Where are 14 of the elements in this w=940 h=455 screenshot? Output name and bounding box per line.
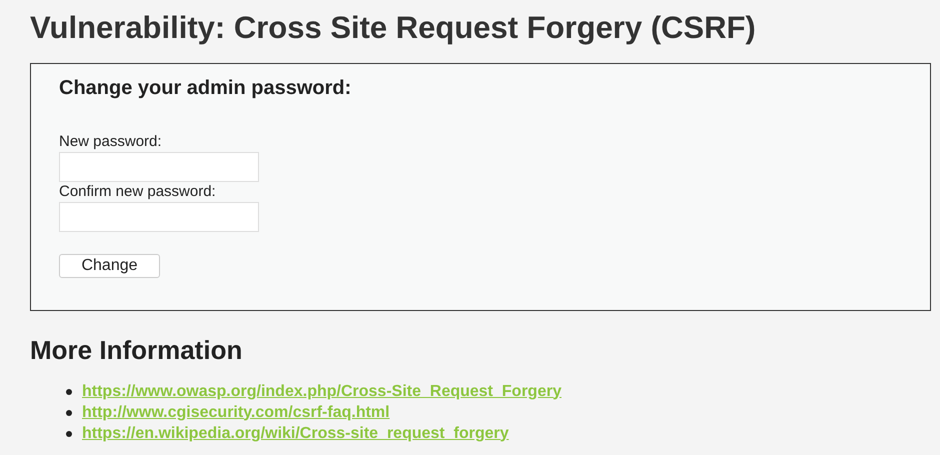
link[interactable]: http://www.cgisecurity.com/csrf-faq.html bbox=[82, 400, 390, 424]
bullet-icon bbox=[66, 388, 72, 394]
form-heading: Change your admin password: bbox=[59, 76, 352, 101]
page-title: Vulnerability: Cross Site Request Forgery (CSRF) bbox=[30, 9, 756, 47]
field-label: Confirm new password: bbox=[59, 182, 216, 202]
password-field[interactable] bbox=[59, 202, 259, 232]
link[interactable]: https://en.wikipedia.org/wiki/Cross-site_request_forgery bbox=[82, 422, 509, 446]
bullet-icon bbox=[66, 410, 72, 416]
bullet-icon bbox=[66, 430, 72, 436]
change-button[interactable]: Change bbox=[59, 254, 160, 278]
link[interactable]: https://www.owasp.org/index.php/Cross-Site_Request_Forgery bbox=[82, 380, 562, 404]
field-label: New password: bbox=[59, 132, 162, 152]
section-heading: More Information bbox=[30, 334, 242, 367]
password-field[interactable] bbox=[59, 152, 259, 182]
